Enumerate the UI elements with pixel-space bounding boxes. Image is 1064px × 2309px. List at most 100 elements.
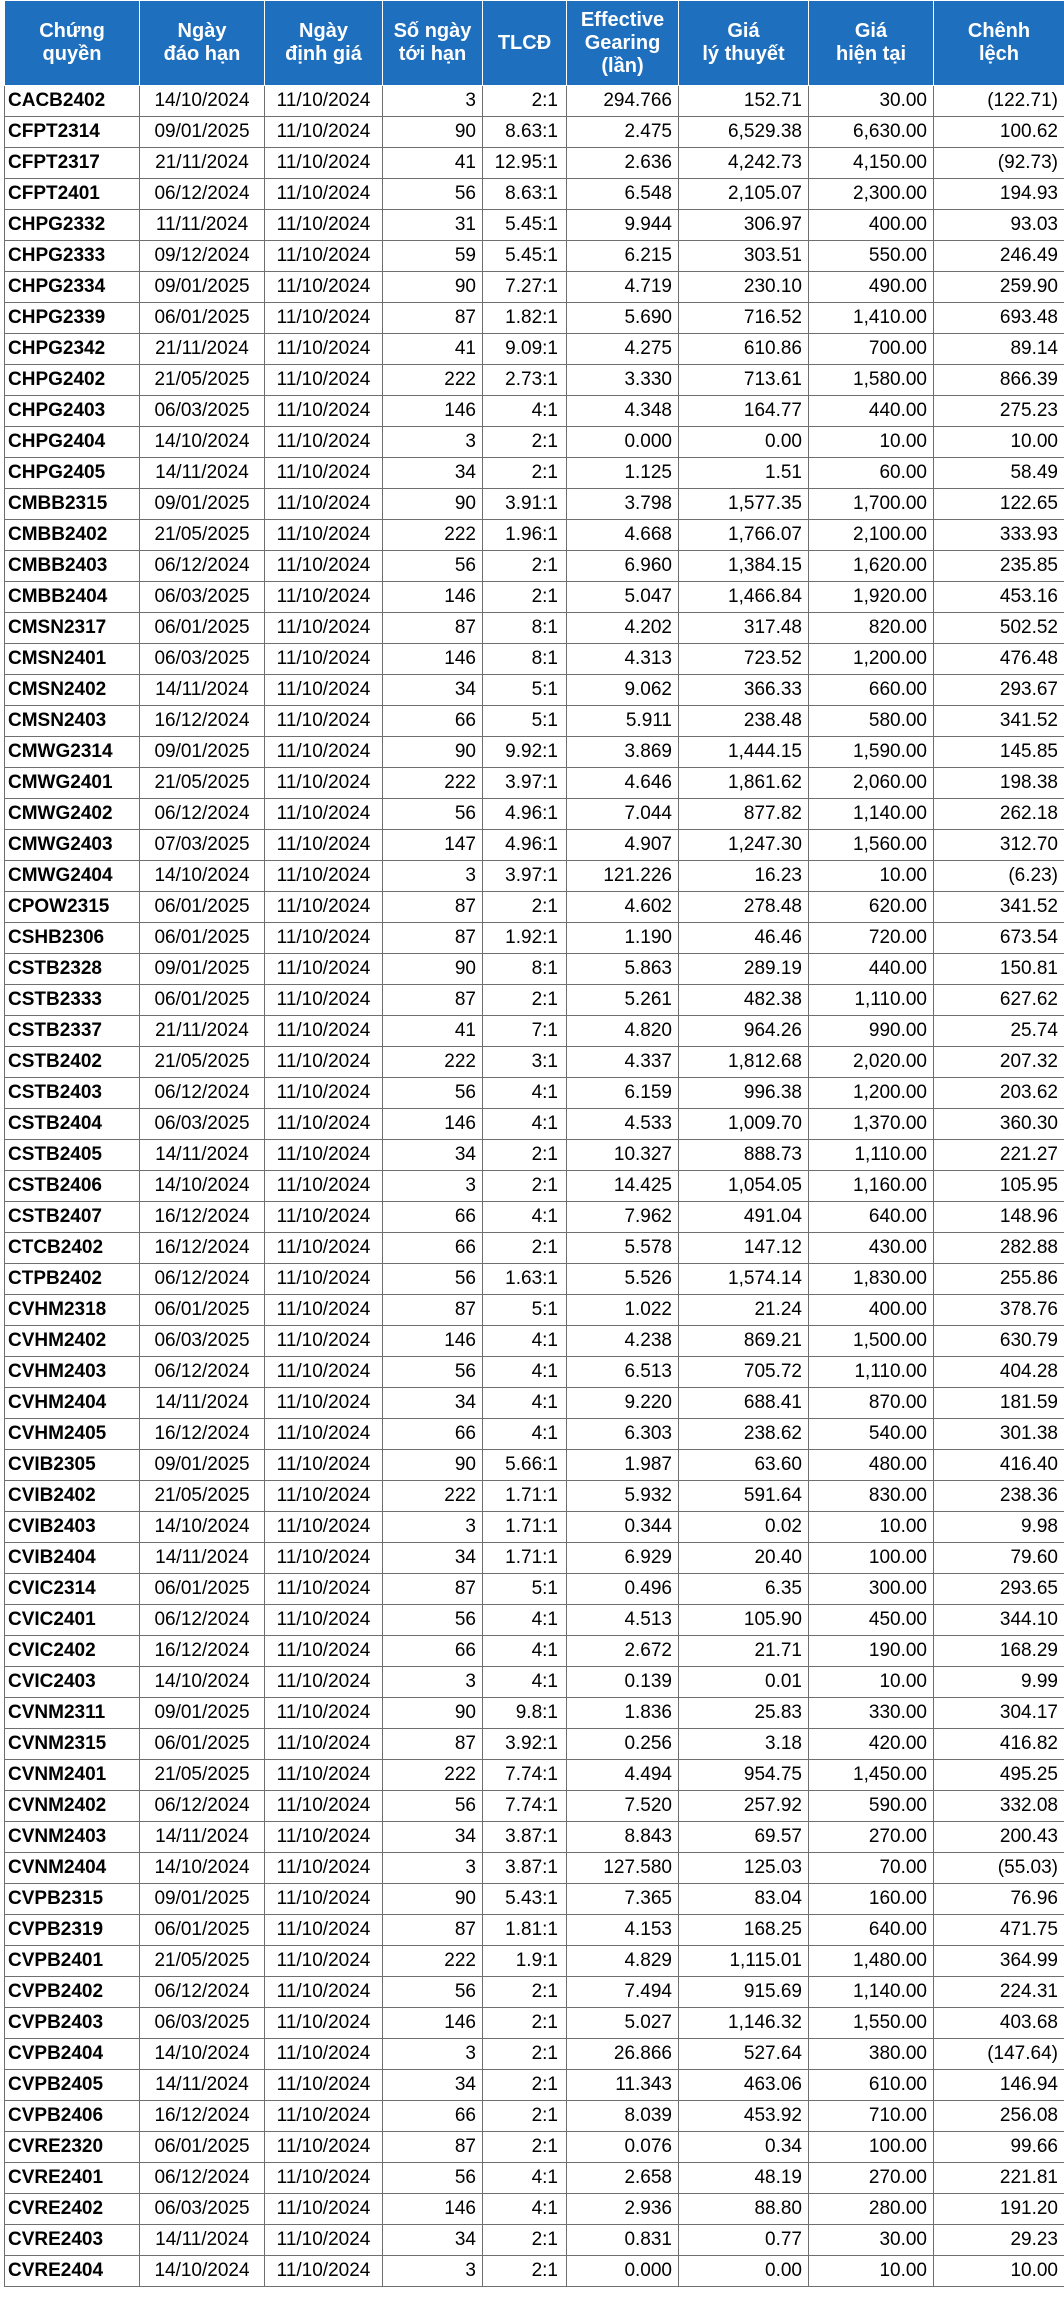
cell-current-price: 1,700.00 [808, 488, 934, 520]
cell-effective-gearing: 5.047 [566, 581, 679, 613]
cell-valuation-date: 11/10/2024 [264, 705, 383, 737]
table-row: CTCB2402 16/12/2024 11/10/2024 66 2:1 5.578 14… [4, 1232, 1064, 1264]
cell-conversion-ratio: 2:1 [482, 550, 567, 582]
cell-effective-gearing: 5.027 [566, 2007, 679, 2039]
cell-maturity-date: 06/03/2025 [139, 1108, 265, 1140]
table-row: CPOW2315 06/01/2025 11/10/2024 87 2:1 4.602 27… [4, 891, 1064, 923]
table-row: CVNM2401 21/05/2025 11/10/2024 222 7.74:1 4.4… [4, 1759, 1064, 1791]
cell-valuation-date: 11/10/2024 [264, 1077, 383, 1109]
cell-maturity-date: 21/11/2024 [139, 333, 265, 365]
table-row: CMWG2404 14/10/2024 11/10/2024 3 3.97:1 121.2… [4, 860, 1064, 892]
cell-warrant-code: CPOW2315 [4, 891, 140, 923]
cell-warrant-code: CMWG2402 [4, 798, 140, 830]
table-row: CHPG2332 11/11/2024 11/10/2024 31 5.45:1 9.94… [4, 209, 1064, 241]
cell-warrant-code: CVNM2403 [4, 1821, 140, 1853]
table-row: CVIB2305 09/01/2025 11/10/2024 90 5.66:1 1.98… [4, 1449, 1064, 1481]
cell-theoretical-price: 21.71 [678, 1635, 809, 1667]
cell-price-difference: 255.86 [933, 1263, 1064, 1295]
cell-theoretical-price: 168.25 [678, 1914, 809, 1946]
cell-conversion-ratio: 3:1 [482, 1046, 567, 1078]
cell-conversion-ratio: 3.97:1 [482, 767, 567, 799]
cell-effective-gearing: 1.987 [566, 1449, 679, 1481]
cell-effective-gearing: 5.261 [566, 984, 679, 1016]
cell-days-to-maturity: 56 [382, 1356, 483, 1388]
cell-maturity-date: 06/01/2025 [139, 612, 265, 644]
cell-theoretical-price: 723.52 [678, 643, 809, 675]
cell-warrant-code: CSTB2337 [4, 1015, 140, 1047]
cell-maturity-date: 21/11/2024 [139, 1015, 265, 1047]
cell-conversion-ratio: 2:1 [482, 2100, 567, 2132]
column-header-price-difference: Chênh lệch [933, 0, 1064, 86]
cell-maturity-date: 09/01/2025 [139, 736, 265, 768]
cell-theoretical-price: 46.46 [678, 922, 809, 954]
cell-theoretical-price: 238.48 [678, 705, 809, 737]
cell-maturity-date: 06/01/2025 [139, 1294, 265, 1326]
cell-price-difference: 194.93 [933, 178, 1064, 210]
cell-maturity-date: 06/12/2024 [139, 1077, 265, 1109]
cell-days-to-maturity: 87 [382, 1728, 483, 1760]
cell-current-price: 1,550.00 [808, 2007, 934, 2039]
cell-theoretical-price: 1.51 [678, 457, 809, 489]
cell-days-to-maturity: 3 [382, 2038, 483, 2070]
cell-current-price: 330.00 [808, 1697, 934, 1729]
cell-current-price: 1,200.00 [808, 1077, 934, 1109]
cell-valuation-date: 11/10/2024 [264, 209, 383, 241]
table-row: CVHM2402 06/03/2025 11/10/2024 146 4:1 4.238 8… [4, 1325, 1064, 1357]
cell-warrant-code: CSTB2406 [4, 1170, 140, 1202]
cell-maturity-date: 06/01/2025 [139, 1573, 265, 1605]
cell-theoretical-price: 0.00 [678, 426, 809, 458]
cell-maturity-date: 06/01/2025 [139, 302, 265, 334]
cell-days-to-maturity: 146 [382, 395, 483, 427]
column-header-conversion-ratio: TLCĐ [482, 0, 567, 86]
cell-theoretical-price: 63.60 [678, 1449, 809, 1481]
cell-price-difference: 630.79 [933, 1325, 1064, 1357]
cell-maturity-date: 06/03/2025 [139, 2193, 265, 2225]
cell-current-price: 400.00 [808, 209, 934, 241]
cell-days-to-maturity: 34 [382, 1387, 483, 1419]
cell-valuation-date: 11/10/2024 [264, 1387, 383, 1419]
table-row: CMSN2402 14/11/2024 11/10/2024 34 5:1 9.062 36… [4, 674, 1064, 706]
cell-valuation-date: 11/10/2024 [264, 85, 383, 117]
cell-conversion-ratio: 2.73:1 [482, 364, 567, 396]
cell-current-price: 1,830.00 [808, 1263, 934, 1295]
cell-theoretical-price: 69.57 [678, 1821, 809, 1853]
cell-theoretical-price: 1,247.30 [678, 829, 809, 861]
cell-current-price: 430.00 [808, 1232, 934, 1264]
cell-current-price: 700.00 [808, 333, 934, 365]
cell-price-difference: 453.16 [933, 581, 1064, 613]
cell-price-difference: 198.38 [933, 767, 1064, 799]
cell-effective-gearing: 4.533 [566, 1108, 679, 1140]
cell-current-price: 820.00 [808, 612, 934, 644]
cell-warrant-code: CTCB2402 [4, 1232, 140, 1264]
cell-effective-gearing: 8.843 [566, 1821, 679, 1853]
cell-current-price: 4,150.00 [808, 147, 934, 179]
table-row: CVIB2404 14/11/2024 11/10/2024 34 1.71:1 6.92… [4, 1542, 1064, 1574]
cell-days-to-maturity: 56 [382, 178, 483, 210]
cell-effective-gearing: 4.719 [566, 271, 679, 303]
cell-days-to-maturity: 87 [382, 2131, 483, 2163]
cell-warrant-code: CMSN2403 [4, 705, 140, 737]
cell-conversion-ratio: 2:1 [482, 426, 567, 458]
cell-warrant-code: CSTB2328 [4, 953, 140, 985]
cell-theoretical-price: 527.64 [678, 2038, 809, 2070]
cell-valuation-date: 11/10/2024 [264, 1294, 383, 1326]
cell-current-price: 270.00 [808, 2162, 934, 2194]
cell-price-difference: 312.70 [933, 829, 1064, 861]
cell-warrant-code: CSTB2405 [4, 1139, 140, 1171]
cell-days-to-maturity: 66 [382, 1635, 483, 1667]
cell-effective-gearing: 26.866 [566, 2038, 679, 2070]
cell-price-difference: 476.48 [933, 643, 1064, 675]
cell-current-price: 550.00 [808, 240, 934, 272]
table-row: CSHB2306 06/01/2025 11/10/2024 87 1.92:1 1.19… [4, 922, 1064, 954]
cell-conversion-ratio: 9.8:1 [482, 1697, 567, 1729]
cell-valuation-date: 11/10/2024 [264, 1480, 383, 1512]
cell-maturity-date: 06/01/2025 [139, 984, 265, 1016]
cell-current-price: 10.00 [808, 2255, 934, 2287]
warrant-table-container: Chứng quyền Ngày đáo hạn Ngày định giá Số n… [0, 0, 1064, 2287]
cell-theoretical-price: 3.18 [678, 1728, 809, 1760]
cell-valuation-date: 11/10/2024 [264, 643, 383, 675]
cell-days-to-maturity: 3 [382, 426, 483, 458]
cell-effective-gearing: 9.220 [566, 1387, 679, 1419]
cell-days-to-maturity: 3 [382, 860, 483, 892]
table-row: CMWG2402 06/12/2024 11/10/2024 56 4.96:1 7.04… [4, 798, 1064, 830]
